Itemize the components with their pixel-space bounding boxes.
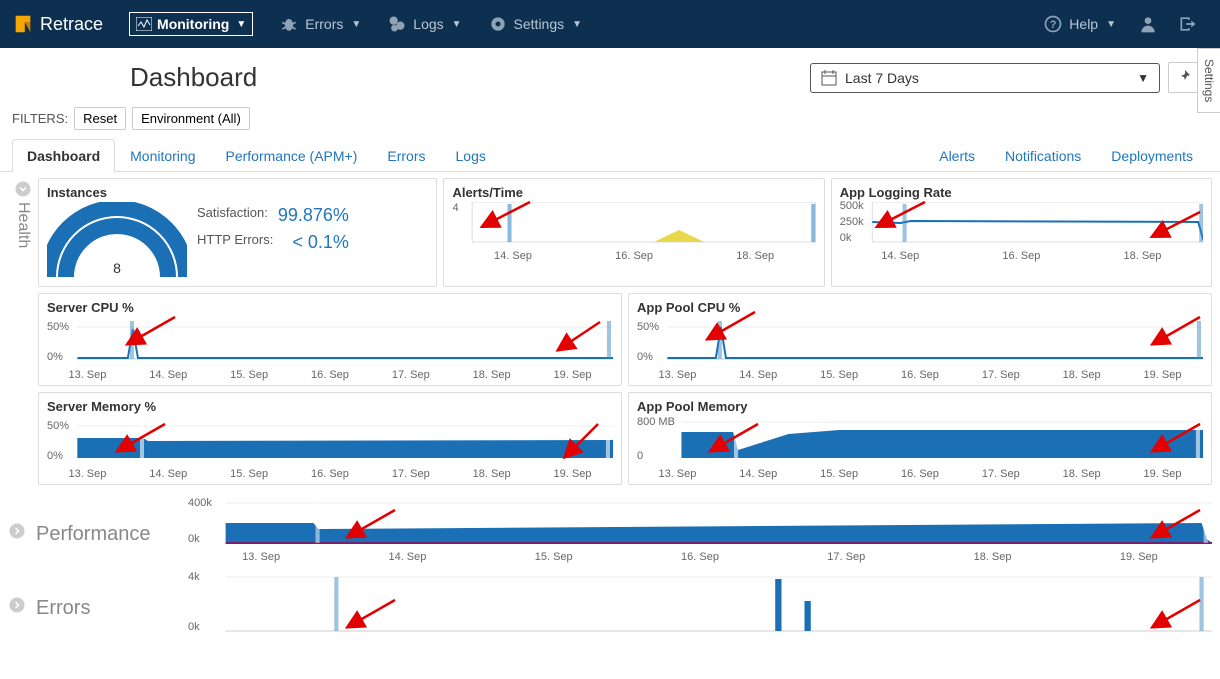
nav-user[interactable]	[1128, 6, 1168, 42]
http-errors-value: < 0.1%	[292, 232, 349, 253]
panel-alerts-time: Alerts/Time 4 14. Sep16. Sep18. Sep	[443, 178, 824, 287]
chart-performance: 400k 0k 13. Sep14. Sep15. Sep16. Sep17. …	[188, 499, 1212, 563]
panel-app-logging: App Logging Rate 500k 250k 0k 14. Sep16.…	[831, 178, 1212, 287]
side-settings-tab[interactable]: Settings	[1197, 48, 1220, 113]
nav-monitoring[interactable]: Monitoring ▼	[117, 4, 265, 44]
calendar-icon	[821, 70, 837, 86]
expand-icon[interactable]	[8, 596, 26, 614]
svg-text:?: ?	[1050, 19, 1057, 31]
monitor-icon	[136, 17, 152, 31]
page-header: Dashboard Last 7 Days ▼	[0, 48, 1220, 103]
caret-down-icon: ▼	[572, 19, 582, 30]
bug-icon	[279, 14, 299, 34]
tab-errors[interactable]: Errors	[372, 139, 440, 172]
section-label-performance: Performance	[36, 517, 151, 546]
caret-down-icon: ▼	[1106, 19, 1116, 30]
tab-dashboard[interactable]: Dashboard	[12, 139, 115, 172]
section-errors: Errors 4k 0k	[8, 571, 1212, 639]
filter-environment-button[interactable]: Environment (All)	[132, 107, 250, 130]
panel-title: App Logging Rate	[840, 185, 1203, 200]
panel-title: Instances	[47, 185, 428, 200]
instances-count: 8	[47, 260, 187, 276]
panel-instances: Instances 8 Satisfaction: 99.876% HTTP Er…	[38, 178, 437, 287]
nav-logs[interactable]: Logs ▼	[375, 6, 473, 42]
chart-app-pool-memory: 800 MB 0 13. Sep14. Sep15. Sep16. Sep17.…	[637, 416, 1203, 480]
http-errors-label: HTTP Errors:	[197, 232, 273, 253]
panel-app-pool-cpu: App Pool CPU % 50% 0% 13. Sep14. Sep15. …	[628, 293, 1212, 386]
nav-items: Monitoring ▼ Errors ▼ Logs ▼ Settings ▼	[117, 4, 594, 44]
date-range-label: Last 7 Days	[845, 70, 919, 86]
panel-server-memory: Server Memory % 50% 0% 13. Sep14. Sep15.…	[38, 392, 622, 485]
logs-icon	[387, 14, 407, 34]
nav-errors[interactable]: Errors ▼	[267, 6, 373, 42]
tab-deployments[interactable]: Deployments	[1096, 139, 1208, 172]
tab-notifications[interactable]: Notifications	[990, 139, 1096, 172]
panel-title: Server Memory %	[47, 399, 613, 414]
collapse-icon[interactable]	[14, 180, 32, 198]
top-nav: Retrace Monitoring ▼ Errors ▼ Logs ▼ Set…	[0, 0, 1220, 48]
satisfaction-label: Satisfaction:	[197, 205, 268, 226]
expand-icon[interactable]	[8, 522, 26, 540]
tab-apm[interactable]: Performance (APM+)	[211, 139, 373, 172]
page-title: Dashboard	[130, 62, 257, 93]
panel-title: Server CPU %	[47, 300, 613, 315]
tab-monitoring[interactable]: Monitoring	[115, 139, 210, 172]
caret-down-icon: ▼	[236, 19, 246, 30]
panel-title: Alerts/Time	[452, 185, 815, 200]
chart-alerts-time: 4 14. Sep16. Sep18. Sep	[452, 202, 815, 262]
filter-reset-button[interactable]: Reset	[74, 107, 126, 130]
dashboard-content: Health Instances 8 Satisfaction: 99.876% …	[0, 172, 1220, 659]
pin-icon	[1177, 69, 1191, 83]
panel-title: App Pool CPU %	[637, 300, 1203, 315]
user-icon	[1138, 14, 1158, 34]
instances-gauge: 8	[47, 202, 187, 282]
chart-app-pool-cpu: 50% 0% 13. Sep14. Sep15. Sep16. Sep17. S…	[637, 317, 1203, 381]
logout-icon	[1178, 14, 1198, 34]
caret-down-icon: ▼	[351, 19, 361, 30]
section-label-errors: Errors	[36, 591, 90, 620]
panel-app-pool-memory: App Pool Memory 800 MB 0 13. Sep14. Sep1…	[628, 392, 1212, 485]
caret-down-icon: ▼	[1137, 71, 1149, 85]
nav-settings[interactable]: Settings ▼	[476, 6, 595, 42]
filters-row: FILTERS: Reset Environment (All)	[0, 103, 1220, 138]
chart-errors: 4k 0k	[188, 573, 1212, 637]
filters-label: FILTERS:	[12, 111, 68, 126]
tabs-row: Dashboard Monitoring Performance (APM+) …	[0, 138, 1220, 172]
tab-alerts[interactable]: Alerts	[924, 139, 990, 172]
section-performance: Performance 400k 0k 13. Sep14. Sep15. Se…	[8, 497, 1212, 565]
nav-help[interactable]: ? Help ▼	[1031, 6, 1128, 42]
satisfaction-value: 99.876%	[278, 205, 349, 226]
section-label-health: Health	[14, 202, 32, 248]
section-health: Health Instances 8 Satisfaction: 99.876% …	[8, 178, 1212, 491]
chart-server-memory: 50% 0% 13. Sep14. Sep15. Sep16. Sep17. S…	[47, 416, 613, 480]
caret-down-icon: ▼	[452, 19, 462, 30]
chart-server-cpu: 50% 0% 13. Sep14. Sep15. Sep16. Sep17. S…	[47, 317, 613, 381]
brand-text: Retrace	[40, 14, 103, 35]
nav-logout[interactable]	[1168, 6, 1208, 42]
gear-icon	[488, 14, 508, 34]
tab-logs[interactable]: Logs	[441, 139, 501, 172]
date-range-picker[interactable]: Last 7 Days ▼	[810, 63, 1160, 93]
pin-button[interactable]	[1168, 62, 1200, 93]
chart-app-logging: 500k 250k 0k 14. Sep16. Sep18. Sep	[840, 202, 1203, 262]
panel-server-cpu: Server CPU % 50% 0% 13. Sep14. Sep15. Se…	[38, 293, 622, 386]
panel-title: App Pool Memory	[637, 399, 1203, 414]
retrace-logo-icon	[12, 13, 34, 35]
brand: Retrace	[12, 13, 103, 35]
help-icon: ?	[1043, 14, 1063, 34]
